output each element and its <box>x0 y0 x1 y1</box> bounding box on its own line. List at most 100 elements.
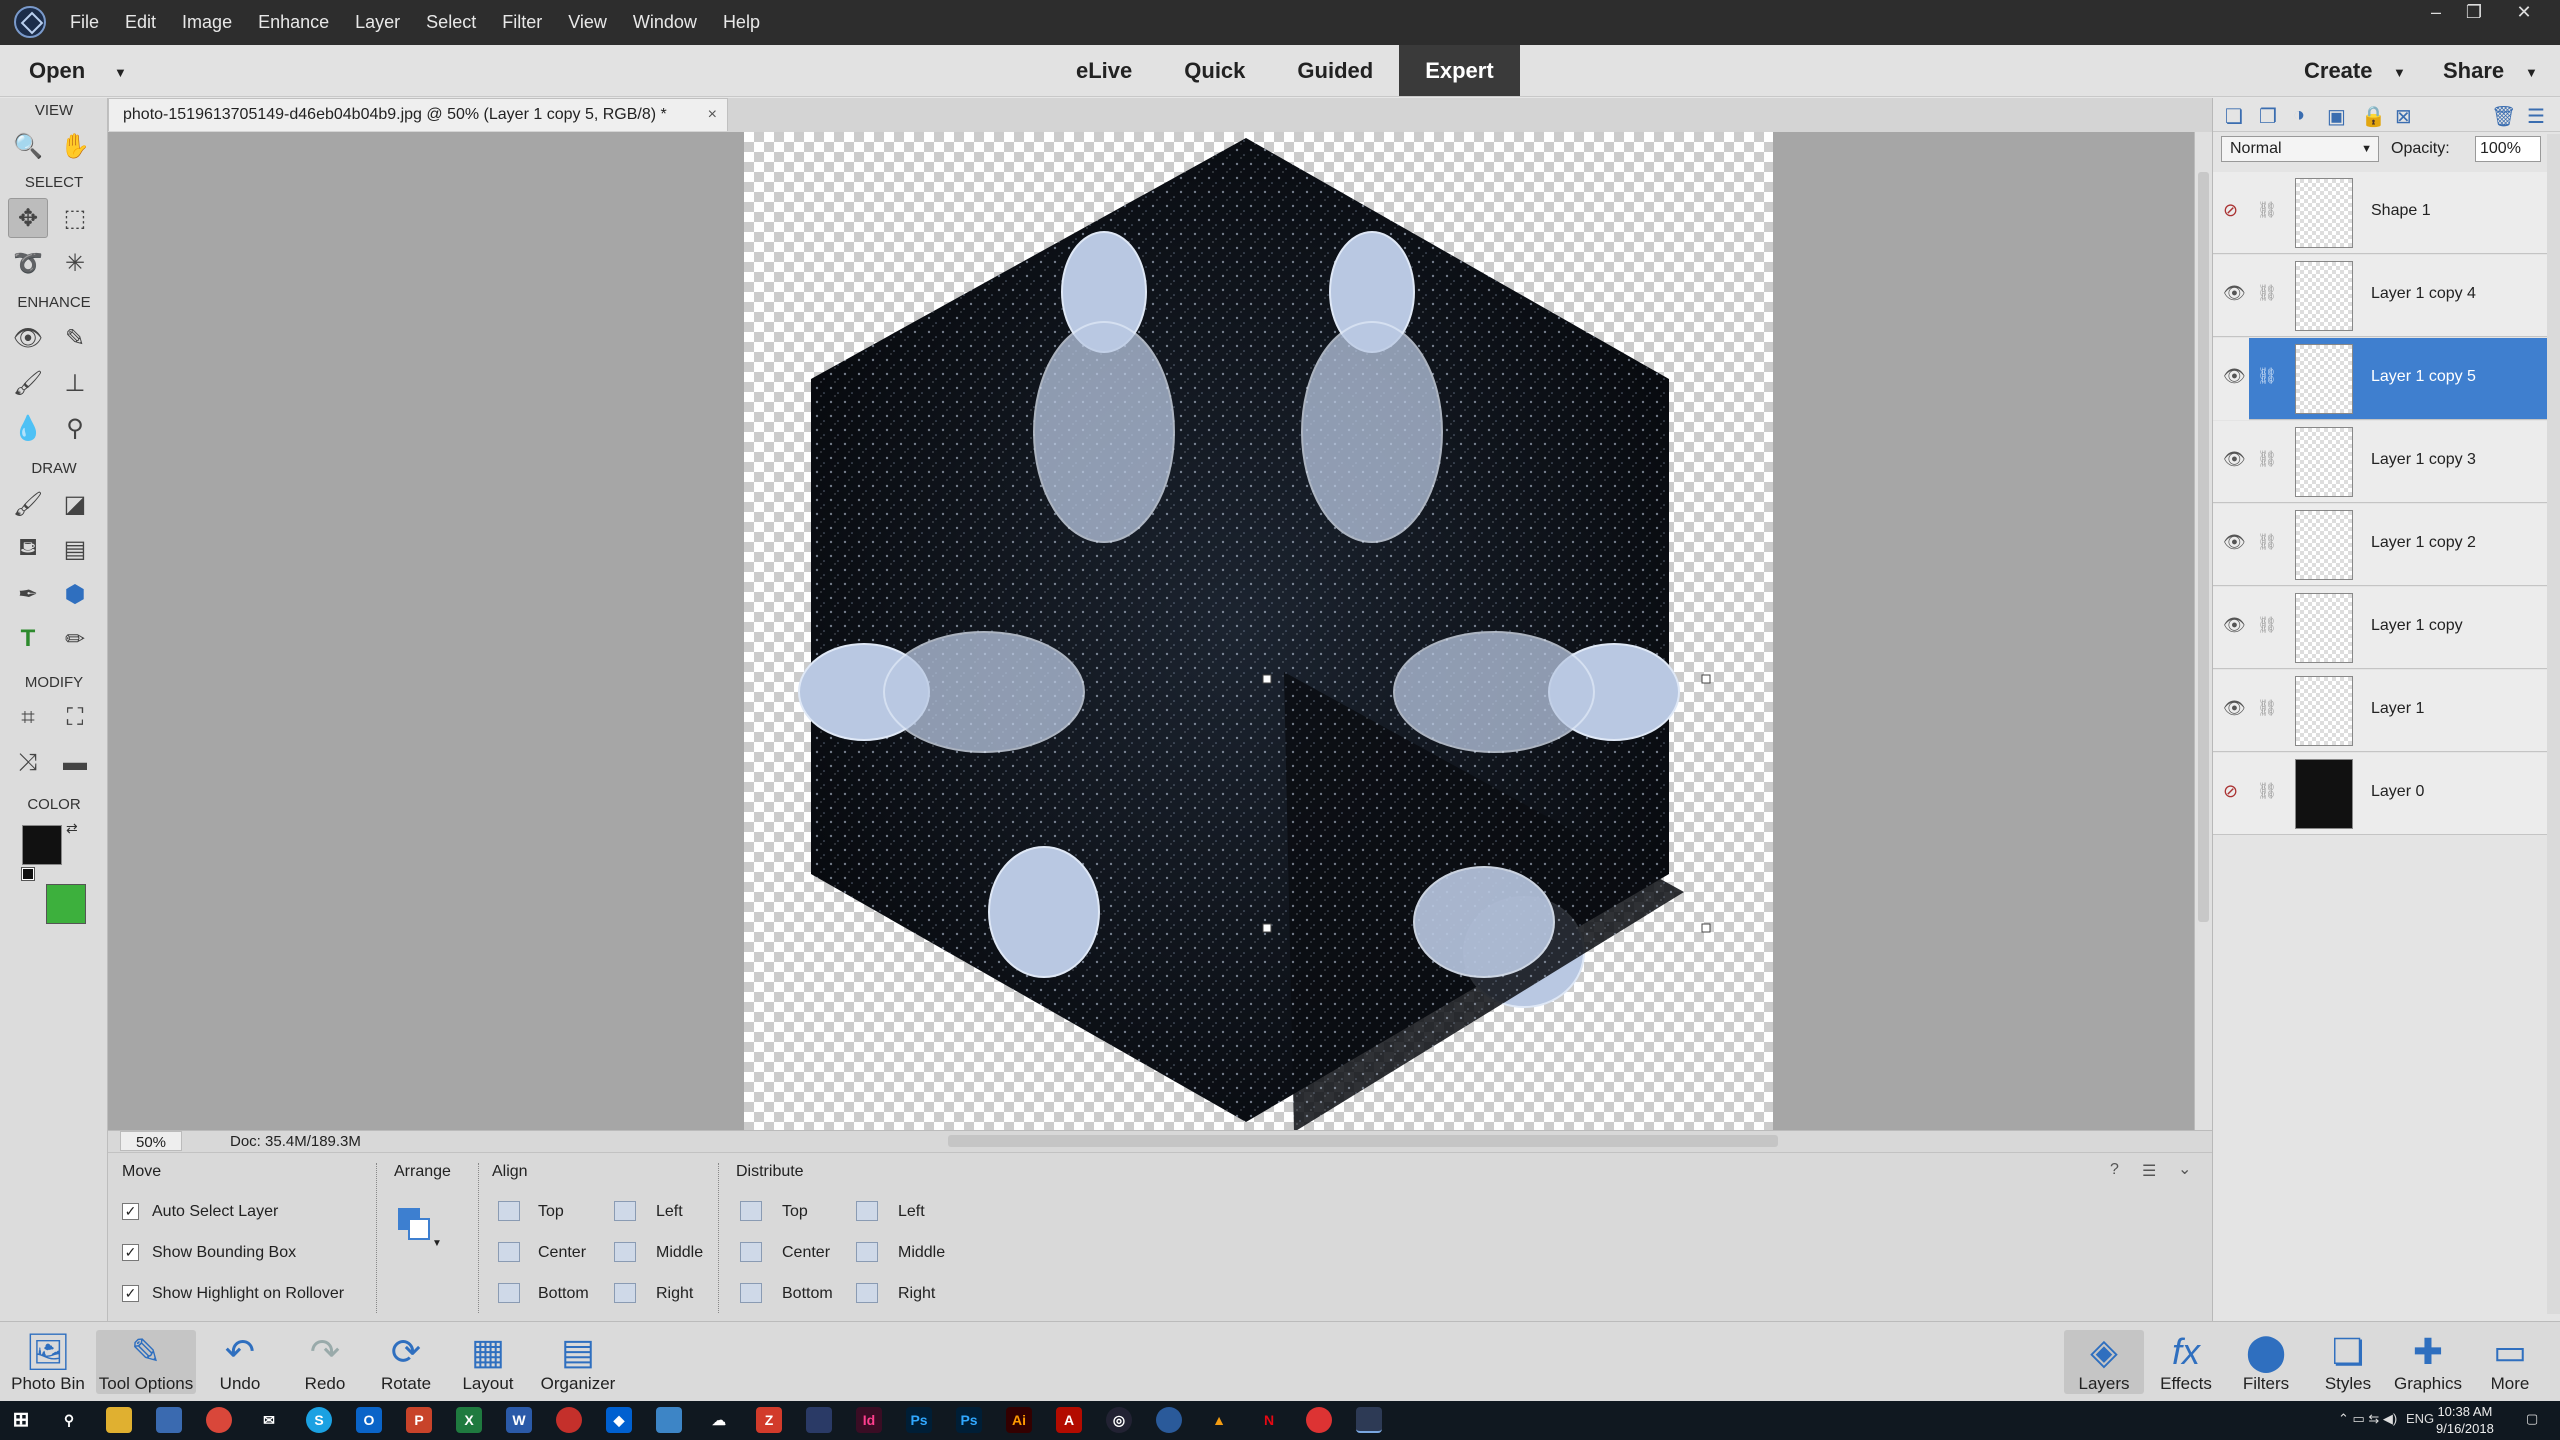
scroll-thumb[interactable] <box>2198 172 2209 922</box>
eye-icon[interactable]: 👁 <box>2223 532 2246 553</box>
link-icon[interactable]: ⛓ <box>2257 200 2277 220</box>
files-icon[interactable] <box>656 1407 682 1433</box>
close-tab-icon[interactable]: × <box>708 99 717 131</box>
more-button[interactable]: ▭ More <box>2470 1330 2550 1394</box>
zoom-icon[interactable]: 🔍 <box>8 126 48 166</box>
distribute-left-label[interactable]: Left <box>898 1203 925 1221</box>
align-bottom-icon[interactable] <box>498 1283 520 1303</box>
highlight-rollover-checkbox[interactable]: ✓ <box>122 1285 139 1302</box>
paint-bucket-icon[interactable]: ⛾ <box>8 529 48 569</box>
menu-enhance[interactable]: Enhance <box>258 12 329 33</box>
distribute-center-icon[interactable] <box>740 1242 762 1262</box>
eye-icon[interactable]: 👁 <box>2213 338 2249 420</box>
red-eye-icon[interactable]: 👁 <box>8 318 48 358</box>
shape-icon[interactable]: ⬢ <box>55 574 95 614</box>
distribute-top-label[interactable]: Top <box>782 1203 808 1221</box>
menu-view[interactable]: View <box>568 12 607 33</box>
tool-options-button[interactable]: ✎ Tool Options <box>96 1330 196 1394</box>
mode-guided[interactable]: Guided <box>1271 45 1399 96</box>
distribute-middle-icon[interactable] <box>856 1242 878 1262</box>
link-icon[interactable]: ⛓ <box>2257 449 2277 469</box>
mode-quick[interactable]: Quick <box>1158 45 1271 96</box>
align-top-label[interactable]: Top <box>538 1203 564 1221</box>
photo-bin-button[interactable]: 🖼 Photo Bin <box>8 1330 88 1394</box>
powerpoint-icon[interactable]: P <box>406 1407 432 1433</box>
windows-start-icon[interactable]: ⊞ <box>8 1407 34 1433</box>
layer-row[interactable]: 👁 ⛓ Layer 1 copy 4 <box>2213 255 2549 337</box>
language-indicator[interactable]: ENG <box>2406 1411 2434 1426</box>
menu-edit[interactable]: Edit <box>125 12 156 33</box>
auto-select-checkbox[interactable]: ✓ <box>122 1203 139 1220</box>
magic-wand-icon[interactable]: ✳ <box>55 243 95 283</box>
distribute-middle-label[interactable]: Middle <box>898 1244 945 1262</box>
store-icon[interactable] <box>156 1407 182 1433</box>
foreground-color-swatch[interactable] <box>22 825 62 865</box>
distribute-center-label[interactable]: Center <box>782 1244 830 1262</box>
content-aware-move-icon[interactable]: ⤨ <box>8 743 48 783</box>
effects-button[interactable]: fx Effects <box>2146 1330 2226 1394</box>
recompose-icon[interactable]: ⛶ <box>55 698 95 738</box>
eye-icon[interactable]: 👁 <box>2223 615 2246 636</box>
arrange-icon[interactable]: ▼ <box>398 1208 442 1249</box>
layer-row[interactable]: ⊘ ⛓ Layer 0 <box>2213 753 2549 835</box>
mode-expert[interactable]: Expert <box>1399 45 1520 96</box>
media-icon[interactable] <box>556 1407 582 1433</box>
sponge-icon[interactable]: ⚲ <box>55 408 95 448</box>
create-button[interactable]: Create <box>2304 58 2372 84</box>
tray-icons[interactable]: ⌃ ▭ ⇆ ◀) <box>2338 1411 2397 1427</box>
panel-menu-icon[interactable]: ☰ <box>2527 104 2545 129</box>
pencil-icon[interactable]: ✏ <box>55 619 95 659</box>
bounding-box-checkbox[interactable]: ✓ <box>122 1244 139 1261</box>
redo-button[interactable]: ↷ Redo <box>285 1330 365 1394</box>
lock-transparent-icon[interactable]: ⊠ <box>2395 104 2412 129</box>
netflix-icon[interactable]: N <box>1256 1407 1282 1433</box>
align-left-label[interactable]: Left <box>656 1203 683 1221</box>
layer-row[interactable]: 👁 ⛓ Layer 1 copy 3 <box>2213 421 2549 503</box>
search-icon[interactable]: ⚲ <box>56 1407 82 1433</box>
text-icon[interactable]: T <box>8 619 48 659</box>
acrobat-icon[interactable]: A <box>1056 1407 1082 1433</box>
restore-button[interactable]: ❐ <box>2456 0 2492 26</box>
distribute-bottom-icon[interactable] <box>740 1283 762 1303</box>
outlook-icon[interactable]: O <box>356 1407 382 1433</box>
open-button[interactable]: Open <box>29 58 85 84</box>
canvas-area[interactable] <box>108 132 2194 1132</box>
layer-row[interactable]: 👁 ⛓ Layer 1 copy 2 <box>2213 504 2549 586</box>
layer-row[interactable]: ⊘ ⛓ Shape 1 <box>2213 172 2549 254</box>
align-left-icon[interactable] <box>614 1201 636 1221</box>
chrome-icon[interactable] <box>206 1407 232 1433</box>
indesign-icon[interactable]: Id <box>856 1407 882 1433</box>
layers-scrollbar[interactable] <box>2547 134 2560 1314</box>
vlc-icon[interactable]: ▲ <box>1206 1407 1232 1433</box>
layer-row-selected[interactable]: 👁 ⛓ Layer 1 copy 5 <box>2213 338 2549 420</box>
eye-icon[interactable]: 👁 <box>2223 698 2246 719</box>
align-bottom-label[interactable]: Bottom <box>538 1285 589 1303</box>
close-window-button[interactable]: ✕ <box>2506 0 2542 26</box>
clone-stamp-icon[interactable]: ⊥ <box>55 363 95 403</box>
new-layer-icon[interactable]: ❏ <box>2225 104 2243 129</box>
collapse-icon[interactable]: ⌄ <box>2178 1159 2191 1179</box>
adjustment-layer-icon[interactable]: ◑ <box>2293 104 2305 127</box>
align-top-icon[interactable] <box>498 1201 520 1221</box>
menu-help[interactable]: Help <box>723 12 760 33</box>
mail-icon[interactable]: ✉ <box>256 1407 282 1433</box>
graphics-button[interactable]: ✚ Graphics <box>2388 1330 2468 1394</box>
link-icon[interactable]: ⛓ <box>2257 781 2277 801</box>
new-group-icon[interactable]: ❐ <box>2259 104 2277 129</box>
default-colors-icon[interactable] <box>21 867 35 881</box>
crop-icon[interactable]: ⌗ <box>8 698 48 738</box>
photoshop-icon[interactable]: Ps <box>906 1407 932 1433</box>
undo-button[interactable]: ↶ Undo <box>200 1330 280 1394</box>
move-icon[interactable]: ✥ <box>8 198 48 238</box>
vertical-scrollbar[interactable] <box>2194 132 2212 1130</box>
opacity-input[interactable]: 100%▼ <box>2475 136 2558 162</box>
app-icon[interactable] <box>806 1407 832 1433</box>
help-icon[interactable]: ? <box>2110 1161 2119 1179</box>
straighten-icon[interactable]: ▬ <box>55 743 95 783</box>
link-icon[interactable]: ⛓ <box>2257 698 2277 718</box>
eye-icon[interactable]: 👁 <box>2223 449 2246 470</box>
blur-icon[interactable]: 💧 <box>8 408 48 448</box>
link-icon[interactable]: ⛓ <box>2257 283 2277 303</box>
brush-icon[interactable]: 🖌 <box>8 484 48 524</box>
zoom-level[interactable]: 50% <box>120 1131 182 1151</box>
